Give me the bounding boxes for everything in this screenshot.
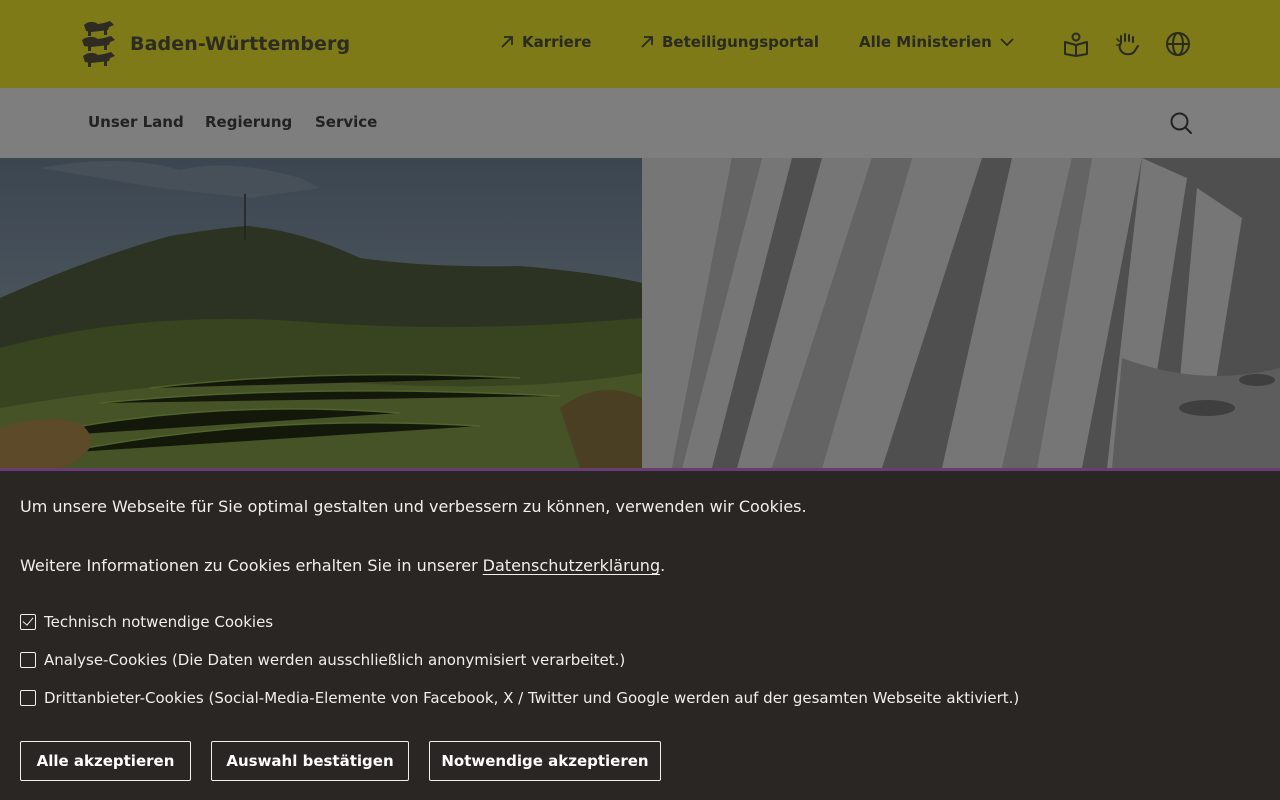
coat-of-arms-logo — [82, 21, 115, 67]
alle-ministerien-dropdown[interactable]: Alle Ministerien — [859, 33, 1014, 51]
third-party-cookies-label: Drittanbieter-Cookies (Social-Media-Elem… — [44, 689, 1020, 707]
hero-architecture-image — [642, 158, 1280, 468]
necessary-cookies-label: Technisch notwendige Cookies — [44, 613, 274, 631]
necessary-cookies-checkbox[interactable] — [20, 614, 36, 630]
analytics-cookies-label: Analyse-Cookies (Die Daten werden aussch… — [44, 651, 626, 669]
cookie-option-necessary[interactable]: Technisch notwendige Cookies — [20, 613, 273, 631]
confirm-selection-button[interactable]: Auswahl bestätigen — [211, 741, 409, 781]
beteiligungsportal-link-label: Beteiligungsportal — [662, 33, 820, 51]
main-navigation: Unser Land Regierung Service — [0, 88, 1280, 158]
cookie-info-prefix: Weitere Informationen zu Cookies erhalte… — [20, 556, 478, 575]
external-arrow-icon — [641, 36, 653, 48]
karriere-link-label: Karriere — [522, 33, 592, 51]
hero-landscape-image — [0, 158, 642, 468]
external-arrow-icon — [501, 36, 513, 48]
brand-logo-link[interactable]: Baden-Württemberg — [80, 19, 350, 69]
hero-banner — [0, 158, 1280, 468]
cookie-option-third-party[interactable]: Drittanbieter-Cookies (Social-Media-Elem… — [20, 689, 1019, 707]
karriere-link[interactable]: Karriere — [500, 33, 591, 51]
easy-language-icon[interactable] — [1063, 31, 1089, 57]
cookie-consent-banner: Um unsere Webseite für Sie optimal gesta… — [0, 471, 1280, 800]
third-party-cookies-checkbox[interactable] — [20, 690, 36, 706]
beteiligungsportal-link[interactable]: Beteiligungsportal — [640, 33, 819, 51]
cookie-intro-text: Um unsere Webseite für Sie optimal gesta… — [20, 497, 807, 516]
nav-item-service[interactable]: Service — [315, 113, 377, 131]
alle-ministerien-label: Alle Ministerien — [859, 33, 992, 51]
search-icon[interactable] — [1169, 111, 1193, 135]
cookie-option-analytics[interactable]: Analyse-Cookies (Die Daten werden aussch… — [20, 651, 625, 669]
brand-name: Baden-Württemberg — [130, 33, 351, 55]
privacy-policy-link[interactable]: Datenschutzerklärung — [483, 556, 660, 575]
accept-all-button[interactable]: Alle akzeptieren — [20, 741, 191, 781]
analytics-cookies-checkbox[interactable] — [20, 652, 36, 668]
sign-language-icon[interactable] — [1115, 31, 1141, 57]
chevron-down-icon — [1000, 38, 1014, 47]
top-header: Baden-Württemberg Karriere Beteiligungsp… — [0, 0, 1280, 88]
nav-item-unser-land[interactable]: Unser Land — [88, 113, 184, 131]
nav-item-regierung[interactable]: Regierung — [205, 113, 292, 131]
cookie-info-text: Weitere Informationen zu Cookies erhalte… — [20, 556, 665, 575]
accept-necessary-button[interactable]: Notwendige akzeptieren — [429, 741, 661, 781]
globe-icon[interactable] — [1165, 31, 1191, 57]
cookie-info-suffix: . — [660, 556, 666, 575]
